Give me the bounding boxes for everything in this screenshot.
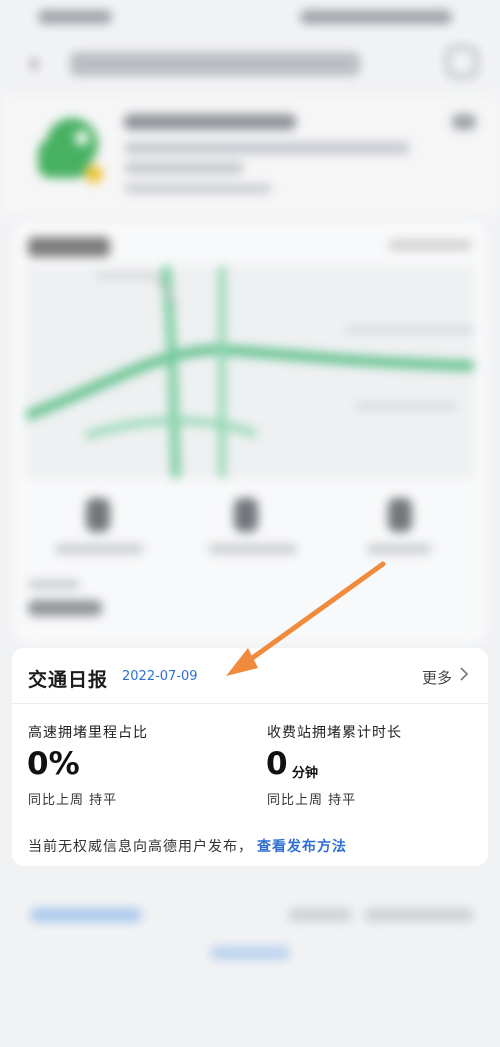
- toll-congestion-label: 收费站拥堵累计时长: [267, 725, 402, 741]
- chevron-right-icon[interactable]: [459, 666, 469, 686]
- highway-congestion-value: 0%: [27, 746, 80, 782]
- menu-icon[interactable]: [446, 46, 478, 78]
- map-shortcut-label: [208, 544, 298, 554]
- map-footnote: [28, 580, 80, 589]
- traffic-card-header: 交通日报 2022-07-09 更多: [12, 648, 488, 704]
- account-meta: [124, 184, 272, 193]
- map-shortcut-icon[interactable]: [234, 498, 258, 532]
- status-right: [300, 10, 452, 24]
- account-logo-icon: [38, 118, 103, 183]
- traffic-daily-card: 交通日报 2022-07-09 更多 高速拥堵里程占比 0% 同比上周 持平 收…: [12, 648, 488, 866]
- status-bar: [0, 0, 500, 34]
- map-shortcut-label: [54, 544, 144, 554]
- account-desc-line: [124, 162, 244, 174]
- map-shortcut-icon[interactable]: [86, 498, 110, 532]
- publish-note-text: 当前无权威信息向高德用户发布，: [28, 839, 253, 855]
- footer-badge: [30, 908, 142, 922]
- status-left: [38, 10, 112, 24]
- live-map-title: [28, 237, 110, 257]
- more-link[interactable]: 更多: [422, 667, 452, 688]
- blurred-background: ‹: [0, 0, 500, 1047]
- toll-congestion-value: 0: [266, 746, 288, 782]
- map-footnote-value: [28, 600, 102, 616]
- account-action: [452, 114, 476, 130]
- footer-link: [288, 908, 352, 922]
- traffic-card-title: 交通日报: [28, 669, 109, 691]
- footer-link: [364, 908, 474, 922]
- highway-congestion-compare: 同比上周 持平: [28, 793, 118, 808]
- toll-congestion-unit: 分钟: [292, 766, 319, 781]
- map-shortcut-label: [366, 544, 432, 554]
- traffic-card-date: 2022-07-09: [122, 669, 198, 684]
- footer-action: [210, 946, 290, 960]
- back-icon[interactable]: ‹: [28, 46, 40, 81]
- publish-method-link[interactable]: 查看发布方法: [257, 839, 347, 855]
- toll-congestion-compare: 同比上周 持平: [267, 793, 357, 808]
- map-roads: [24, 265, 475, 479]
- traffic-map[interactable]: [24, 265, 475, 479]
- page-title: [70, 52, 360, 76]
- nav-bar: ‹: [0, 36, 500, 90]
- account-desc-line: [124, 142, 410, 154]
- highway-congestion-label: 高速拥堵里程占比: [28, 725, 148, 741]
- live-map-more: [388, 240, 472, 250]
- map-shortcut-icon[interactable]: [388, 498, 412, 532]
- publish-note: 当前无权威信息向高德用户发布， 查看发布方法: [28, 836, 347, 856]
- account-name: [124, 114, 296, 130]
